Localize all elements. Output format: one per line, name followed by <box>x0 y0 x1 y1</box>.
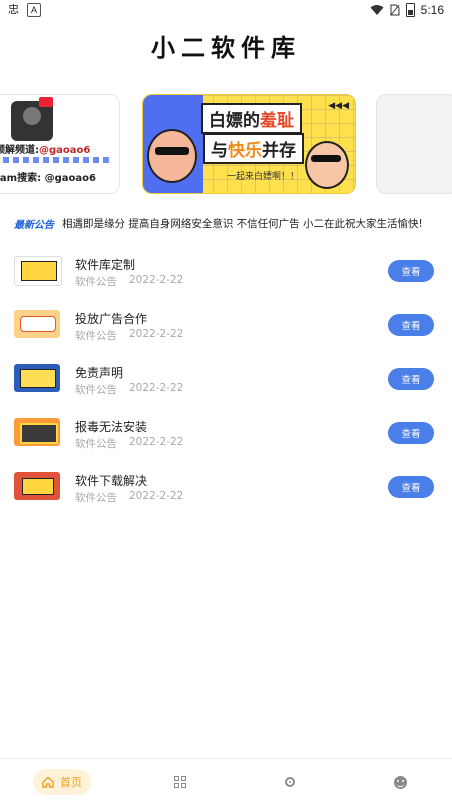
nav-tab-discover[interactable] <box>278 769 302 795</box>
list-item[interactable]: 软件下载解决 软件公告 2022-2-22 查看 <box>0 466 452 520</box>
view-button[interactable]: 查看 <box>388 422 434 444</box>
notice-text: 相遇即是缘分 提高自身网络安全意识 不信任何广告 小二在此祝大家生活愉快! <box>62 217 423 230</box>
post-category: 软件公告 <box>75 276 117 288</box>
discover-icon <box>285 777 295 787</box>
view-button[interactable]: 查看 <box>388 368 434 390</box>
logo-badge <box>39 97 53 107</box>
banner-divider <box>0 157 113 163</box>
banner-slide-prev[interactable]: 频解频道:@gaoao6 ram搜索: @gaoao6 <box>0 94 120 194</box>
banner-slide-next[interactable] <box>376 94 452 194</box>
banner-arrows: ◀◀◀ <box>328 101 349 111</box>
cartoon-face-right <box>305 141 349 189</box>
post-title: 投放广告合作 <box>75 312 148 326</box>
list-item[interactable]: 软件库定制 软件公告 2022-2-22 查看 <box>0 250 452 304</box>
post-title: 软件下载解决 <box>75 474 148 488</box>
home-icon <box>42 776 54 788</box>
list-item[interactable]: 免责声明 软件公告 2022-2-22 查看 <box>0 358 452 412</box>
banner-headline-2-suffix: 并存 <box>262 141 296 161</box>
post-title: 报毒无法安装 <box>75 420 148 434</box>
post-date: 2022-2-22 <box>129 274 184 286</box>
post-category: 软件公告 <box>75 438 117 450</box>
carrier-icon: 忠 <box>8 4 19 16</box>
status-time: 5:16 <box>420 3 444 17</box>
app-title: 小二软件库 <box>151 33 301 62</box>
post-date: 2022-2-22 <box>129 328 184 340</box>
apps-grid-icon <box>174 776 186 788</box>
post-thumbnail <box>14 310 60 338</box>
post-thumbnail <box>14 364 60 392</box>
wifi-icon <box>370 5 384 15</box>
view-button[interactable]: 查看 <box>388 476 434 498</box>
post-date: 2022-2-22 <box>129 490 184 502</box>
profile-face-icon <box>393 775 407 789</box>
notification-a-icon: A <box>27 3 41 17</box>
status-bar: 忠 A 5:16 <box>0 0 452 20</box>
post-category: 软件公告 <box>75 384 117 396</box>
nav-tab-home[interactable]: 首页 <box>33 769 91 795</box>
post-title: 软件库定制 <box>75 258 136 272</box>
post-date: 2022-2-22 <box>129 436 184 448</box>
banner-channel-handle: @gaoao6 <box>39 145 91 156</box>
bottom-nav: 首页 <box>0 758 452 806</box>
banner-channel-label: 频解频道: <box>0 145 39 156</box>
battery-icon <box>405 3 415 17</box>
nav-tab-profile[interactable] <box>388 769 412 795</box>
view-button[interactable]: 查看 <box>388 260 434 282</box>
banner-channel-text: 频解频道:@gaoao6 <box>0 141 90 156</box>
banner-headline-2-highlight: 快乐 <box>228 141 262 161</box>
post-thumbnail <box>14 256 62 286</box>
banner-headline-1-highlight: 羞耻 <box>260 111 294 131</box>
post-category: 软件公告 <box>75 492 117 504</box>
banner-headline-1: 白嫖的羞耻 <box>201 103 302 134</box>
banner-search-text: ram搜索: @gaoao6 <box>0 173 96 184</box>
post-date: 2022-2-22 <box>129 382 184 394</box>
banner-headline-2-prefix: 与 <box>211 141 228 161</box>
list-item[interactable]: 投放广告合作 软件公告 2022-2-22 查看 <box>0 304 452 358</box>
cartoon-face-left <box>147 129 197 183</box>
nav-tab-apps[interactable] <box>168 769 192 795</box>
banner-headline-2: 与快乐并存 <box>203 133 304 164</box>
post-title: 免责声明 <box>75 366 124 380</box>
banner-headline-1-text: 白嫖的 <box>209 111 260 131</box>
view-button[interactable]: 查看 <box>388 314 434 336</box>
banner-slide-current[interactable]: ◀◀◀ 白嫖的羞耻 与快乐并存 一起来白嫖啊！！ <box>142 94 356 194</box>
post-category: 软件公告 <box>75 330 117 342</box>
post-thumbnail <box>14 472 60 500</box>
no-sim-icon <box>390 4 400 16</box>
notice-bar[interactable]: 最新公告 相遇即是缘分 提高自身网络安全意识 不信任何广告 小二在此祝大家生活愉… <box>14 214 444 232</box>
notice-logo: 最新公告 <box>14 219 54 231</box>
post-thumbnail <box>14 418 60 446</box>
nav-tab-home-label: 首页 <box>60 776 82 789</box>
list-item[interactable]: 报毒无法安装 软件公告 2022-2-22 查看 <box>0 412 452 466</box>
app-logo-image <box>11 101 53 141</box>
banner-subtitle: 一起来白嫖啊！！ <box>227 172 300 182</box>
